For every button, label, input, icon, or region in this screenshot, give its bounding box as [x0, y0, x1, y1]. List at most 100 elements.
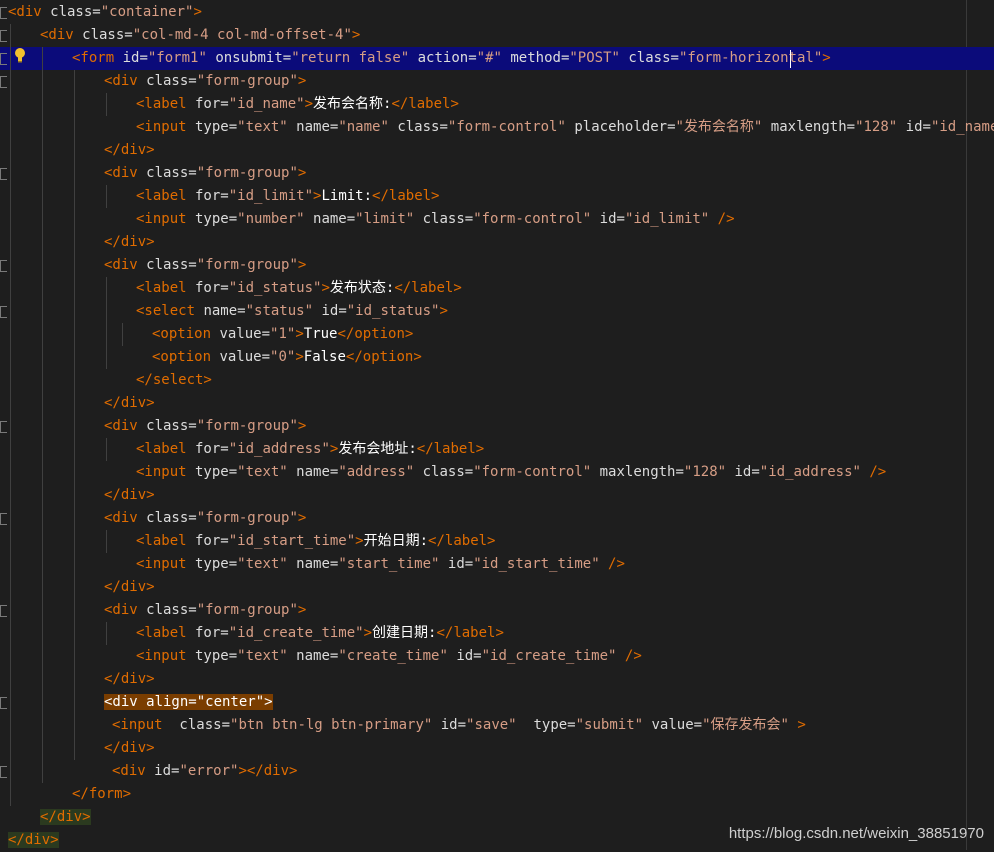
code-token: value= — [211, 349, 271, 365]
code-line-content: <label for="id_name">发布会名称:</label> — [136, 93, 459, 116]
code-token: "id_create_time" — [481, 648, 617, 664]
code-token: > — [193, 4, 202, 20]
code-token: > — [355, 533, 364, 549]
code-line-content: <label for="id_create_time">创建日期:</label… — [136, 622, 504, 645]
code-token: 发布会名称: — [313, 96, 392, 112]
code-token: Limit: — [321, 188, 373, 204]
fold-marker-icon[interactable] — [0, 605, 7, 617]
code-token: > — [304, 96, 314, 112]
lightbulb-icon[interactable] — [14, 47, 26, 63]
fold-marker-icon[interactable] — [0, 513, 7, 525]
code-token: "id_name" — [228, 96, 305, 112]
code-token: onsubmit= — [206, 50, 292, 66]
fold-marker-icon[interactable] — [0, 766, 7, 778]
fold-marker-icon[interactable] — [0, 697, 7, 709]
code-token: </form> — [72, 786, 132, 802]
code-token: id= — [313, 303, 347, 319]
indent-guide — [106, 622, 107, 645]
code-token: "1" — [270, 326, 296, 342]
code-token: class= — [137, 257, 197, 273]
code-token: </label> — [428, 533, 496, 549]
code-token: <select — [136, 303, 196, 319]
code-token: "return false" — [291, 50, 410, 66]
fold-marker-icon[interactable] — [0, 306, 7, 318]
code-token: "form-control" — [473, 464, 592, 480]
code-token: name= — [287, 648, 339, 664]
code-token: <form — [72, 50, 115, 66]
fold-marker-icon[interactable] — [0, 53, 7, 65]
fold-marker-icon[interactable] — [0, 260, 7, 272]
code-token: placeholder= — [565, 119, 676, 135]
indent-guide — [106, 277, 107, 369]
indent-guide — [122, 323, 123, 346]
fold-marker-icon[interactable] — [0, 421, 7, 433]
code-token: "id_address" — [759, 464, 861, 480]
code-token: "text" — [237, 648, 288, 664]
code-token: <label — [136, 625, 187, 641]
code-token: "name" — [338, 119, 389, 135]
indent-guide — [42, 47, 43, 783]
code-token: </div> — [104, 234, 155, 250]
code-token: "form-group" — [196, 418, 298, 434]
code-token: maxlength= — [591, 464, 684, 480]
code-token: <label — [136, 188, 187, 204]
code-token: ></div> — [238, 763, 298, 779]
code-editor[interactable]: <div class="container"> <div class="col-m… — [0, 0, 994, 850]
code-token: > — [321, 280, 330, 296]
code-token: maxlength= — [762, 119, 856, 135]
code-token: <div — [112, 763, 146, 779]
fold-marker-icon[interactable] — [0, 76, 7, 88]
code-token: "form1" — [147, 50, 207, 66]
code-token: "btn btn-lg btn-primary" — [230, 717, 433, 733]
code-token: <input — [136, 464, 187, 480]
code-token: type= — [186, 464, 238, 480]
code-token: > — [297, 510, 307, 526]
code-token: "save" — [466, 717, 517, 733]
code-token: for= — [186, 188, 229, 204]
code-token: "#" — [476, 50, 502, 66]
code-token: 开始日期: — [363, 533, 429, 549]
code-token: id= — [439, 556, 474, 572]
code-line-content: </div> — [104, 231, 155, 254]
code-token: class= — [414, 211, 474, 227]
code-line[interactable]: <form id="form1" onsubmit="return false"… — [0, 47, 994, 70]
code-token: name= — [287, 556, 339, 572]
code-token: id= — [145, 763, 180, 779]
code-token: for= — [186, 96, 229, 112]
code-token: action= — [409, 50, 477, 66]
code-line-content: <input type="number" name="limit" class=… — [136, 208, 735, 231]
code-token: > — [363, 625, 373, 641]
code-token: "form-group" — [196, 73, 298, 89]
fold-marker-icon[interactable] — [0, 30, 7, 42]
code-token: class= — [73, 27, 133, 43]
code-line-content: </form> — [72, 783, 131, 806]
code-token: "id_limit" — [624, 211, 710, 227]
code-token: <label — [136, 441, 187, 457]
code-line-content: <label for="id_limit">Limit:</label> — [136, 185, 439, 208]
code-token: > — [439, 303, 448, 319]
code-line-content: <input type="text" name="start_time" id=… — [136, 553, 625, 576]
code-line-content: </div> — [104, 139, 155, 162]
code-token: "form-control" — [473, 211, 592, 227]
code-token: </label> — [372, 188, 440, 204]
code-line-content: <input type="text" name="name" class="fo… — [136, 116, 994, 139]
indent-guide — [106, 530, 107, 553]
code-token: False — [303, 349, 346, 365]
code-token: </label> — [436, 625, 504, 641]
code-token: </div> — [40, 809, 91, 825]
code-token: </label> — [416, 441, 485, 457]
code-line-content: <div class="form-group"> — [104, 162, 306, 185]
fold-marker-icon[interactable] — [0, 7, 7, 19]
code-token: > — [295, 326, 304, 342]
code-token: type= — [186, 648, 238, 664]
code-token: class= — [388, 119, 448, 135]
code-token: /> — [709, 211, 735, 227]
code-token: "error" — [179, 763, 239, 779]
fold-marker-icon[interactable] — [0, 168, 7, 180]
code-token: "text" — [237, 464, 288, 480]
code-token: class= — [162, 717, 231, 733]
code-token: "id_start_time" — [228, 533, 356, 549]
code-token: > — [351, 27, 361, 43]
code-token: "128" — [855, 119, 898, 135]
code-token: > — [297, 257, 307, 273]
